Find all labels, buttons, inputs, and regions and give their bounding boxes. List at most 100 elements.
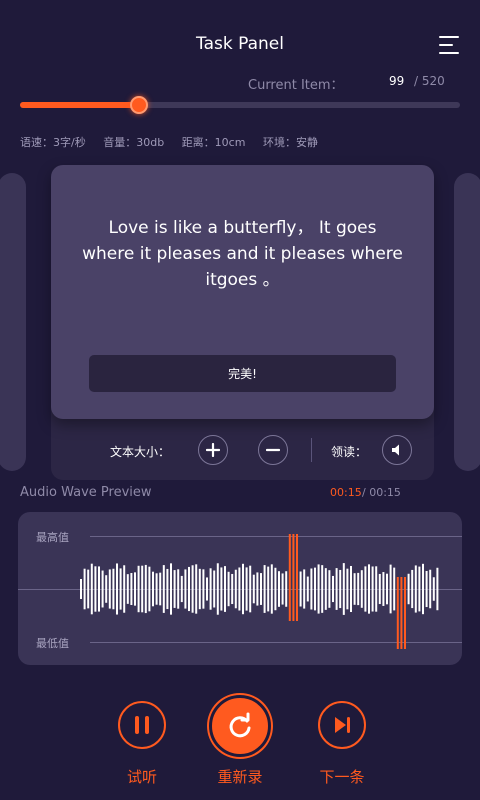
wave-bar [234, 569, 237, 609]
wave-bar [184, 569, 187, 609]
wave-bar [238, 567, 241, 611]
wave-bar [364, 566, 367, 612]
read-aloud-label: 领读： [331, 445, 368, 459]
rerecord-button[interactable] [209, 695, 271, 757]
read-aloud-button[interactable] [382, 435, 412, 465]
wave-bar [296, 534, 298, 621]
wave-bar [123, 565, 126, 613]
wave-bar [220, 567, 223, 611]
current-item-value: 99 [389, 74, 405, 88]
wave-title: Audio Wave Preview [20, 485, 152, 500]
wave-bar [180, 575, 183, 603]
wave-bar [400, 577, 403, 649]
plus-icon [206, 443, 220, 457]
wave-bar [389, 564, 392, 614]
wave-bar [101, 570, 104, 608]
wave-bar [87, 569, 90, 609]
recording-stats: 语速：3字/秒 音量：30db 距离：10cm 环境：安静 [20, 134, 332, 150]
perfect-button[interactable]: 完美! [89, 355, 396, 392]
wave-bar [281, 573, 284, 605]
menu-icon[interactable] [439, 36, 459, 54]
wave-bar [90, 563, 93, 615]
wave-bar [170, 563, 172, 615]
wave-bar [386, 573, 388, 605]
wave-bar [126, 574, 129, 604]
wave-bar [256, 572, 259, 606]
next-label: 下一条 [319, 768, 365, 786]
wave-time-current: 00:15 [330, 486, 362, 499]
stat-environment: 环境：安静 [262, 136, 318, 149]
current-item-label: Current Item： [248, 78, 344, 93]
wave-bar [245, 567, 248, 611]
wave-bar [407, 573, 410, 605]
wave-bar [393, 567, 396, 611]
progress-thumb[interactable] [129, 96, 148, 114]
wave-bar [310, 568, 313, 610]
wave-bar [432, 577, 435, 601]
prev-card-peek[interactable] [0, 173, 26, 471]
wave-bar [98, 566, 100, 612]
wave-bar [213, 570, 216, 608]
wave-bar [231, 573, 234, 605]
wave-bar [195, 564, 198, 614]
wave-bar [166, 568, 169, 610]
next-card-peek[interactable] [454, 173, 480, 471]
wave-bar [436, 567, 439, 611]
wave-bar [162, 565, 165, 613]
sentence-text: Love is like a butterfly， It goes where … [82, 218, 403, 290]
decrease-text-button[interactable] [258, 435, 288, 465]
wave-bar [227, 571, 230, 607]
wave-bar [342, 563, 345, 615]
wave-bar [83, 568, 86, 610]
wave-bar [116, 563, 118, 615]
wave-panel: 最高值 最低值 [18, 512, 462, 665]
speaker-icon [392, 444, 399, 456]
wave-bar [303, 569, 306, 609]
listen-button[interactable] [118, 701, 166, 749]
wave-bar [339, 569, 342, 609]
next-button[interactable] [318, 701, 366, 749]
wave-bar [263, 565, 266, 613]
wave-bar [328, 570, 331, 608]
stat-distance: 距离：10cm [181, 136, 246, 149]
wave-bar [299, 571, 302, 607]
wave-time-total: / 00:15 [362, 486, 401, 499]
wave-bar [134, 572, 136, 606]
wave-bar [346, 568, 349, 610]
increase-text-button[interactable] [198, 435, 228, 465]
wave-bar [350, 565, 352, 613]
wave-bar [152, 571, 154, 607]
wave-bar [144, 564, 147, 614]
wave-bar [252, 574, 255, 604]
total-items-value: / 520 [414, 74, 445, 88]
refresh-icon [229, 712, 251, 738]
wave-bar [404, 577, 406, 649]
wave-bar [274, 567, 277, 611]
stat-speed: 语速：3字/秒 [20, 136, 86, 149]
wave-bar [216, 563, 219, 615]
listen-label: 试听 [126, 768, 157, 786]
wave-bar [94, 566, 97, 612]
wave-bar [382, 572, 385, 606]
wave-bar [155, 573, 158, 605]
wave-bar [260, 573, 262, 605]
wave-bar [371, 566, 374, 612]
wave-bar [206, 577, 208, 601]
wave-bar [148, 566, 151, 612]
wave-bar [353, 573, 356, 605]
wave-bar [159, 572, 162, 606]
wave-bar [278, 571, 280, 607]
wave-bar [360, 570, 363, 608]
wave-bar [108, 569, 111, 609]
skip-next-icon [335, 717, 350, 733]
stat-volume: 音量：30db [103, 136, 165, 149]
wave-bar [314, 567, 316, 611]
wave-bar [306, 576, 309, 602]
progress-fill [20, 102, 139, 108]
wave-bar [112, 568, 115, 610]
wave-bar [80, 579, 82, 599]
wave-bar [317, 564, 320, 614]
wave-bar [396, 577, 399, 649]
wave-bar [368, 564, 370, 614]
wave-bar [119, 568, 122, 610]
